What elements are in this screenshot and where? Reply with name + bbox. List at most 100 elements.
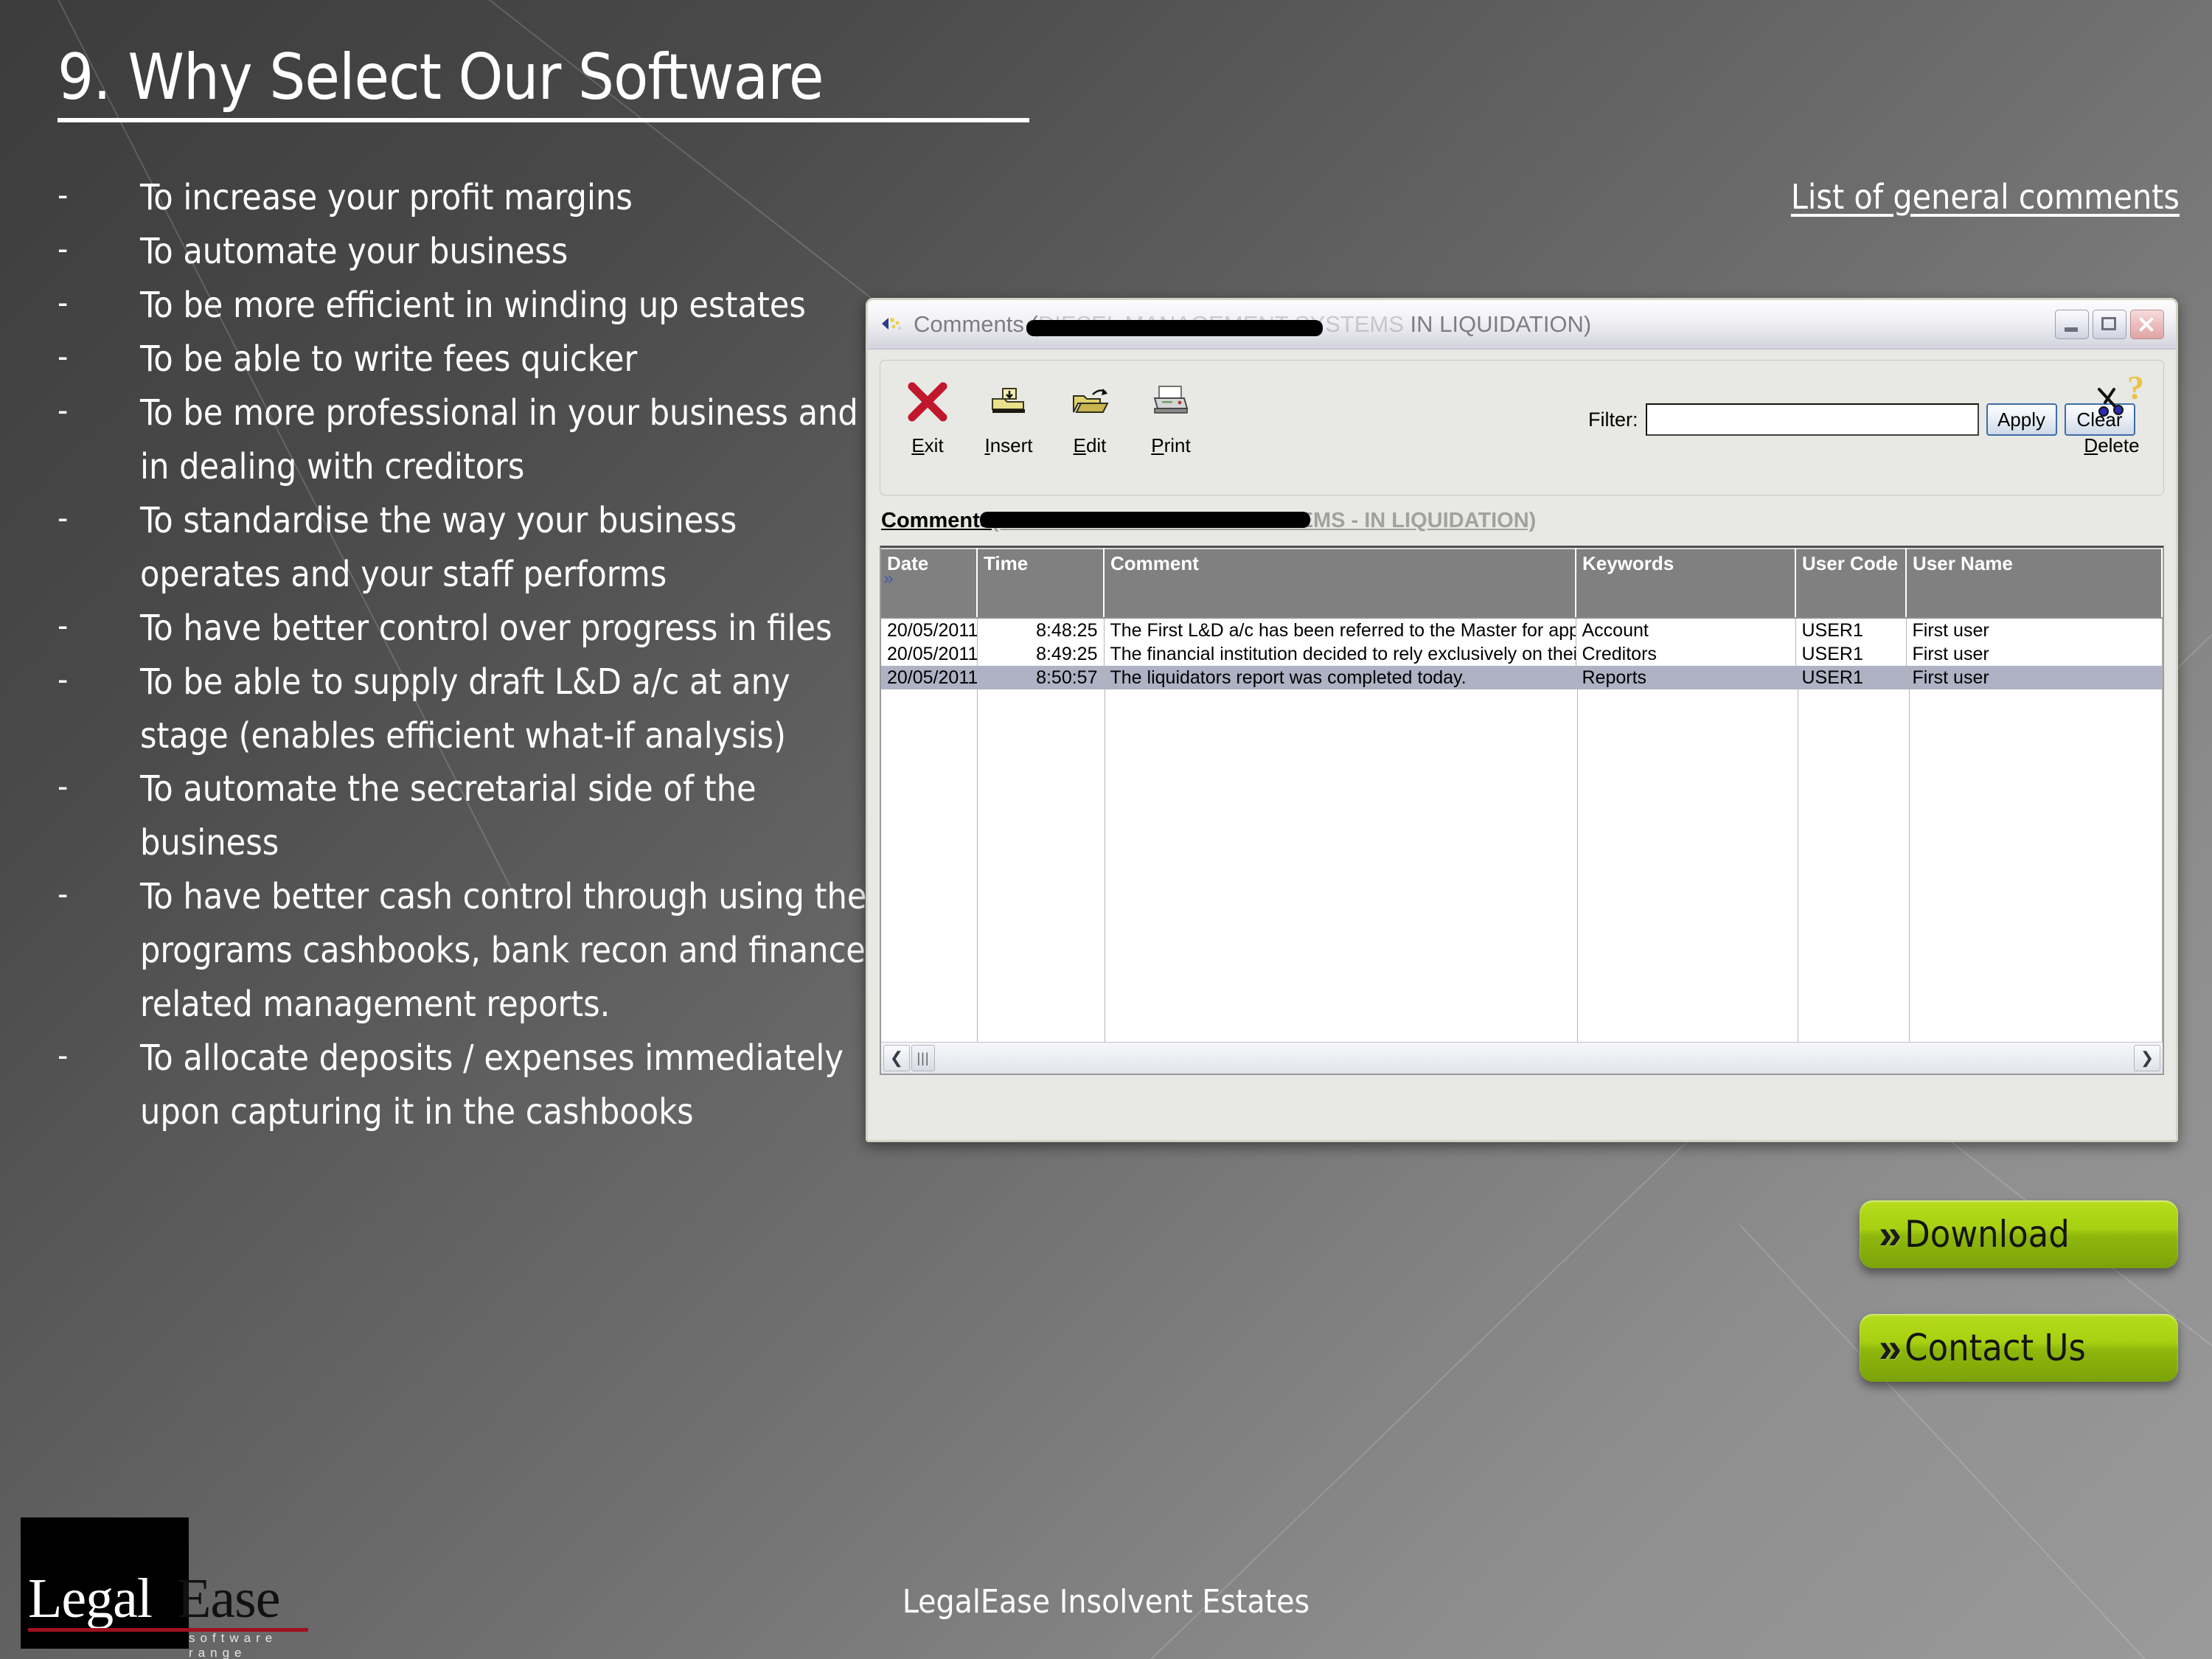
print-button-label: Print bbox=[1134, 434, 1208, 457]
logo-tagline: software range bbox=[189, 1631, 278, 1659]
column-header-time[interactable]: Time bbox=[977, 548, 1105, 619]
column-header-comment[interactable]: Comment bbox=[1104, 548, 1576, 619]
edit-accesskey: E bbox=[1073, 434, 1086, 456]
cell-keywords: Reports bbox=[1576, 666, 1796, 689]
cell-user-name: First user bbox=[1906, 618, 2163, 642]
bullet-text: To allocate deposits / expenses immediat… bbox=[140, 1037, 844, 1133]
filter-row: Filter: Apply Clear bbox=[1588, 403, 2135, 436]
download-button[interactable]: » Download bbox=[1860, 1200, 2178, 1268]
exit-label-rest: xit bbox=[924, 434, 944, 456]
cell-user-code: USER1 bbox=[1795, 666, 1907, 689]
dialog-title-prefix: Comments ( bbox=[914, 311, 1038, 337]
maximize-button[interactable] bbox=[2093, 310, 2126, 339]
table-header-row: Date Time Comment Keywords User Code Use… bbox=[881, 548, 2163, 619]
minimize-button[interactable] bbox=[2055, 310, 2089, 339]
bullet-text: To increase your profit margins bbox=[140, 177, 633, 218]
column-header-user-code[interactable]: User Code bbox=[1795, 548, 1907, 619]
bullet-dash: - bbox=[58, 1037, 69, 1075]
chevron-right-icon: » bbox=[1879, 1324, 1902, 1371]
edit-button[interactable]: Edit bbox=[1053, 378, 1127, 457]
bullet-item: - To be able to supply draft L&D a/c at a… bbox=[58, 655, 876, 763]
insert-button[interactable]: Insert bbox=[972, 378, 1046, 457]
bullet-dash: - bbox=[58, 768, 69, 806]
cell-user-code: USER1 bbox=[1795, 642, 1907, 666]
folder-open-icon bbox=[1053, 378, 1127, 425]
edit-button-label: Edit bbox=[1053, 434, 1127, 457]
help-icon[interactable]: ? bbox=[2127, 368, 2144, 407]
bullet-item: - To standardise the way your business op… bbox=[58, 494, 876, 602]
scroll-left-arrow-icon[interactable]: ❮ bbox=[883, 1045, 910, 1071]
bullet-text: To automate the secretarial side of the … bbox=[140, 768, 757, 864]
dialog-title-text: Comments (DIESEL MANAGEMENT SYSTEMS IN L… bbox=[914, 311, 2055, 338]
insert-button-label: Insert bbox=[972, 434, 1046, 457]
bullet-dash: - bbox=[58, 337, 69, 375]
contact-us-button[interactable]: » Contact Us bbox=[1860, 1314, 2178, 1382]
print-button[interactable]: Print bbox=[1134, 378, 1208, 457]
bullet-text: To automate your business bbox=[140, 230, 568, 272]
close-button[interactable] bbox=[2130, 310, 2164, 339]
bullet-dash: - bbox=[58, 229, 69, 268]
insert-accesskey: I bbox=[984, 434, 990, 456]
bullet-item: - To have better control over progress in… bbox=[58, 602, 876, 655]
cell-comment: The liquidators report was completed tod… bbox=[1104, 666, 1576, 689]
bullet-dash: - bbox=[58, 875, 69, 914]
cell-time: 8:48:25 bbox=[977, 618, 1105, 642]
cell-comment: The First L&D a/c has been referred to t… bbox=[1104, 618, 1576, 642]
bullet-dash: - bbox=[58, 606, 69, 644]
bullet-dash: - bbox=[58, 660, 69, 698]
comments-table: Date Time Comment Keywords User Code Use… bbox=[881, 548, 2163, 689]
legalease-logo: Legal Ease software range bbox=[18, 1513, 308, 1659]
exit-accesskey: E bbox=[911, 434, 925, 456]
row-indicator-icon: » bbox=[883, 568, 894, 588]
print-label-rest: rint bbox=[1164, 434, 1191, 456]
section-label-block: Comments(DIESEL MANAGEMENT SYSTEMS - IN … bbox=[880, 509, 2164, 538]
application-icon bbox=[880, 313, 905, 335]
edit-label-rest: dit bbox=[1085, 434, 1107, 456]
grid-empty-area bbox=[881, 689, 2163, 1042]
bullet-item: - To be able to write fees quicker bbox=[58, 333, 876, 386]
scrollbar-thumb[interactable]: ||| bbox=[911, 1045, 935, 1071]
bullet-text: To be able to write fees quicker bbox=[140, 338, 638, 380]
filter-input[interactable] bbox=[1645, 403, 1979, 436]
horizontal-scrollbar[interactable]: ❮ ||| ❯ bbox=[881, 1042, 2163, 1074]
table-row[interactable]: 20/05/2011 8:50:57 The liquidators report … bbox=[881, 666, 2163, 689]
dialog-title-bar[interactable]: Comments (DIESEL MANAGEMENT SYSTEMS IN L… bbox=[868, 300, 2176, 349]
bullet-list: - To increase your profit margins - To auto… bbox=[58, 171, 876, 1139]
dialog-body: Exit Insert Edit Print Filter: Apply Cle… bbox=[868, 349, 2176, 1140]
bullet-text: To be able to supply draft L&D a/c at an… bbox=[140, 661, 790, 757]
scroll-right-arrow-icon[interactable]: ❯ bbox=[2134, 1045, 2160, 1071]
delete-accesskey: D bbox=[2084, 434, 2098, 456]
cell-date: 20/05/2011 bbox=[881, 642, 978, 666]
redaction-bar-title bbox=[1026, 320, 1323, 336]
exit-button-label: Exit bbox=[891, 434, 964, 457]
cell-time: 8:50:57 bbox=[977, 666, 1105, 689]
bullet-dash: - bbox=[58, 176, 69, 214]
table-row[interactable]: 20/05/2011 8:48:25 The First L&D a/c has b… bbox=[881, 618, 2163, 642]
cell-user-code: USER1 bbox=[1795, 618, 1907, 642]
bullet-dash: - bbox=[58, 391, 69, 429]
comments-grid[interactable]: » Date Time Comment Keywords User Code U… bbox=[880, 546, 2164, 1075]
delete-label-rest: elete bbox=[2098, 434, 2140, 456]
cell-comment: The financial institution decided to rel… bbox=[1104, 642, 1576, 666]
apply-button[interactable]: Apply bbox=[1986, 403, 2057, 436]
column-header-keywords[interactable]: Keywords bbox=[1576, 548, 1796, 619]
table-body: 20/05/2011 8:48:25 The First L&D a/c has b… bbox=[881, 618, 2163, 689]
bullet-item: - To automate the secretarial side of the… bbox=[58, 762, 876, 870]
bullet-item: - To automate your business bbox=[58, 225, 876, 279]
scrollbar-track[interactable] bbox=[935, 1046, 2134, 1071]
bullet-text: To be more efficient in winding up estat… bbox=[140, 284, 806, 326]
bullet-item: - To have better cash control through usi… bbox=[58, 870, 876, 1032]
cell-keywords: Account bbox=[1576, 618, 1796, 642]
delete-button-label: Delete bbox=[2075, 434, 2149, 457]
column-header-user-name[interactable]: User Name bbox=[1906, 548, 2163, 619]
chevron-right-icon: » bbox=[1879, 1211, 1902, 1257]
dialog-title-suffix: IN LIQUIDATION) bbox=[1403, 311, 1592, 337]
window-controls[interactable] bbox=[2055, 310, 2164, 339]
exit-button[interactable]: Exit bbox=[891, 378, 964, 457]
list-of-general-comments-link[interactable]: List of general comments bbox=[1791, 177, 2180, 217]
cell-user-name: First user bbox=[1906, 666, 2163, 689]
folder-insert-icon bbox=[972, 378, 1046, 425]
comments-dialog-window[interactable]: Comments (DIESEL MANAGEMENT SYSTEMS IN L… bbox=[866, 298, 2178, 1142]
filter-label: Filter: bbox=[1588, 408, 1638, 431]
table-row[interactable]: 20/05/2011 8:49:25 The financial instituti… bbox=[881, 642, 2163, 666]
